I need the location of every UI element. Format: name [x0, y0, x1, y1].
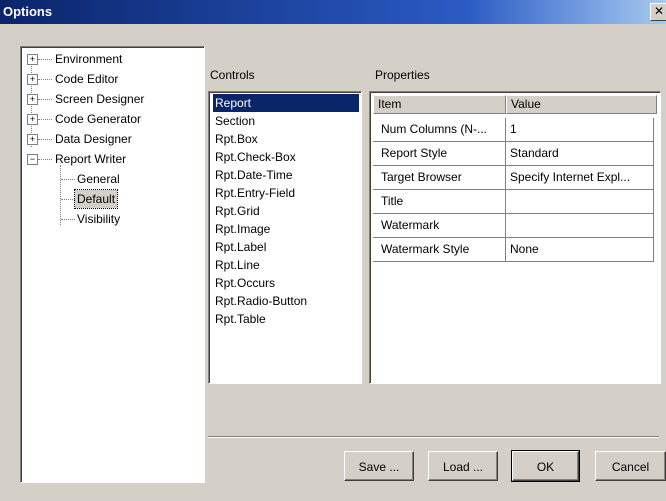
collapse-icon[interactable]: − [27, 154, 38, 165]
tree-connector [38, 159, 52, 160]
list-item[interactable]: Rpt.Entry-Field [213, 184, 359, 202]
property-name: Target Browser [373, 166, 506, 190]
property-value[interactable] [506, 190, 654, 214]
column-header-value[interactable]: Value [506, 95, 657, 114]
tree-item-label: Data Designer [55, 132, 132, 146]
tree-connector [38, 119, 52, 120]
table-row[interactable]: Watermark [373, 214, 657, 238]
expand-icon[interactable]: + [27, 54, 38, 65]
controls-list[interactable]: Report Section Rpt.Box Rpt.Check-Box Rpt… [208, 91, 362, 384]
property-name: Watermark [373, 214, 506, 238]
table-row[interactable]: Num Columns (N-... 1 [373, 118, 657, 142]
tree-connector [61, 179, 75, 180]
list-item[interactable]: Rpt.Radio-Button [213, 292, 359, 310]
column-header-item[interactable]: Item [373, 95, 506, 114]
property-name: Report Style [373, 142, 506, 166]
properties-grid[interactable]: Item Value Num Columns (N-... 1 Report S… [369, 91, 661, 384]
property-value[interactable] [506, 214, 654, 238]
separator [208, 436, 659, 438]
close-button[interactable]: ✕ [650, 3, 666, 21]
tree-connector [61, 219, 75, 220]
list-item[interactable]: Section [213, 112, 359, 130]
load-button[interactable]: Load ... [428, 451, 498, 481]
list-item[interactable]: Rpt.Line [213, 256, 359, 274]
tree-connector [38, 59, 52, 60]
tree-item-label: Default [73, 189, 119, 209]
tree-connector [60, 165, 61, 225]
expand-icon[interactable]: + [27, 74, 38, 85]
tree-connector [38, 139, 52, 140]
tree-item-label: Visibility [77, 212, 121, 226]
property-value[interactable]: None [506, 238, 654, 262]
tree-item-label: Report Writer [55, 152, 127, 166]
save-button[interactable]: Save ... [344, 451, 414, 481]
table-row[interactable]: Report Style Standard [373, 142, 657, 166]
title-bar[interactable]: Options ✕ [0, 0, 666, 24]
list-item[interactable]: Rpt.Occurs [213, 274, 359, 292]
properties-label: Properties [375, 68, 430, 82]
tree-item-label: Code Generator [55, 112, 142, 126]
list-item[interactable]: Rpt.Grid [213, 202, 359, 220]
list-item[interactable]: Rpt.Date-Time [213, 166, 359, 184]
property-name: Watermark Style [373, 238, 506, 262]
controls-label: Controls [210, 68, 255, 82]
tree-connector [61, 199, 75, 200]
expand-icon[interactable]: + [27, 114, 38, 125]
list-item[interactable]: Rpt.Check-Box [213, 148, 359, 166]
property-value[interactable]: Specify Internet Expl... [506, 166, 654, 190]
ok-button[interactable]: OK [511, 450, 580, 482]
grid-header: Item Value [373, 95, 657, 114]
list-item[interactable]: Rpt.Box [213, 130, 359, 148]
table-row[interactable]: Title [373, 190, 657, 214]
property-name: Num Columns (N-... [373, 118, 506, 142]
property-value[interactable]: Standard [506, 142, 654, 166]
list-item[interactable]: Report [213, 94, 359, 112]
expand-icon[interactable]: + [27, 134, 38, 145]
tree-connector [38, 79, 52, 80]
tree-item-label: Code Editor [55, 72, 119, 86]
list-item[interactable]: Rpt.Label [213, 238, 359, 256]
expand-icon[interactable]: + [27, 94, 38, 105]
tree-item-label: General [77, 172, 120, 186]
options-tree[interactable]: + Environment + Code Editor + Screen Des… [20, 46, 205, 483]
table-row[interactable]: Watermark Style None [373, 238, 657, 262]
tree-connector [38, 99, 52, 100]
tree-item-label: Screen Designer [55, 92, 145, 106]
list-item[interactable]: Rpt.Table [213, 310, 359, 328]
table-row[interactable]: Target Browser Specify Internet Expl... [373, 166, 657, 190]
close-icon: ✕ [653, 4, 665, 18]
list-item[interactable]: Rpt.Image [213, 220, 359, 238]
property-name: Title [373, 190, 506, 214]
cancel-button[interactable]: Cancel [595, 451, 666, 481]
property-value[interactable]: 1 [506, 118, 654, 142]
tree-item-label: Environment [55, 52, 123, 66]
window-title: Options [3, 4, 53, 19]
